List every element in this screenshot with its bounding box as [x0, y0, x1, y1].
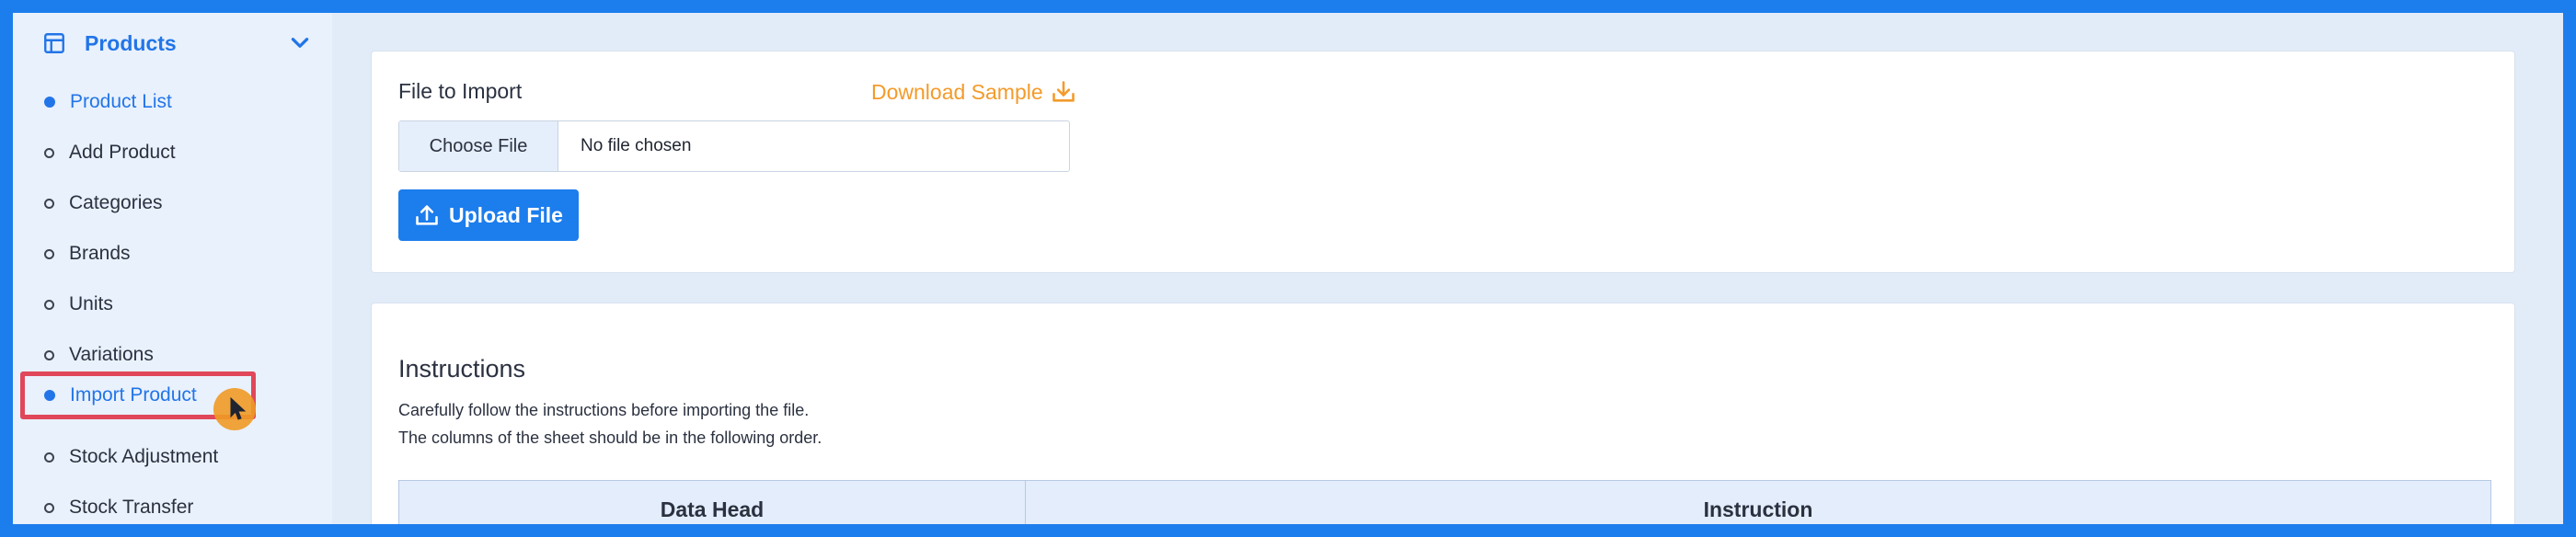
- bullet-icon: [44, 502, 54, 513]
- column-header-instruction: Instruction: [1703, 497, 1813, 521]
- instructions-line: The columns of the sheet should be in th…: [398, 428, 822, 447]
- sidebar-item-brands[interactable]: Brands: [44, 235, 311, 272]
- grid-icon: [44, 33, 64, 53]
- sidebar-item-units[interactable]: Units: [44, 286, 311, 323]
- instructions-table: Data Head Instruction: [398, 480, 2491, 524]
- app-frame: Products Product List Add Product Catego…: [13, 13, 2563, 524]
- bullet-icon: [44, 97, 55, 108]
- instructions-card: Instructions Carefully follow the instru…: [371, 303, 2515, 524]
- chevron-down-icon[interactable]: [288, 31, 312, 55]
- instructions-line: Carefully follow the instructions before…: [398, 401, 810, 419]
- bullet-icon: [44, 451, 54, 463]
- sidebar-item-variations[interactable]: Variations: [44, 337, 311, 373]
- file-to-import-label: File to Import: [398, 79, 523, 103]
- file-input[interactable]: Choose File No file chosen: [398, 120, 1070, 172]
- upload-icon: [416, 205, 438, 225]
- sidebar-item-add-product[interactable]: Add Product: [44, 134, 311, 171]
- sidebar-item-label: Product List: [70, 91, 172, 112]
- sidebar-item-label: Categories: [69, 192, 163, 213]
- download-sample-label: Download Sample: [871, 79, 1043, 104]
- sidebar-item-stock-adjustment[interactable]: Stock Adjustment: [44, 439, 311, 475]
- bullet-icon: [44, 248, 54, 259]
- bullet-icon: [44, 147, 54, 158]
- sidebar: Products Product List Add Product Catego…: [13, 13, 332, 524]
- choose-file-button[interactable]: Choose File: [399, 121, 558, 171]
- sidebar-item-label: Units: [69, 293, 113, 314]
- file-status-text: No file chosen: [581, 136, 692, 155]
- bullet-icon: [44, 299, 54, 310]
- bullet-icon: [44, 198, 54, 209]
- column-header-data-head: Data Head: [399, 481, 1026, 524]
- upload-file-button[interactable]: Upload File: [398, 189, 579, 241]
- sidebar-section-products[interactable]: Products: [40, 22, 335, 64]
- sidebar-item-label: Stock Adjustment: [69, 446, 219, 467]
- sidebar-section-title: Products: [85, 30, 177, 55]
- download-sample-link[interactable]: Download Sample: [871, 79, 1076, 105]
- mouse-pointer-icon: [230, 397, 247, 420]
- sidebar-item-stock-transfer[interactable]: Stock Transfer: [44, 489, 311, 524]
- main-content: File to Import Download Sample Choose Fi…: [332, 13, 2563, 524]
- sidebar-item-label: Add Product: [69, 142, 176, 163]
- download-icon: [1052, 81, 1075, 102]
- sidebar-item-product-list[interactable]: Product List: [44, 84, 311, 120]
- import-card: File to Import Download Sample Choose Fi…: [371, 51, 2515, 273]
- upload-file-label: Upload File: [449, 202, 563, 227]
- sidebar-item-label: Stock Transfer: [69, 497, 194, 518]
- sidebar-item-label: Variations: [69, 344, 154, 365]
- sidebar-item-label: Brands: [69, 243, 131, 264]
- bullet-icon: [44, 349, 54, 360]
- sidebar-item-categories[interactable]: Categories: [44, 185, 311, 222]
- instructions-title: Instructions: [398, 355, 526, 383]
